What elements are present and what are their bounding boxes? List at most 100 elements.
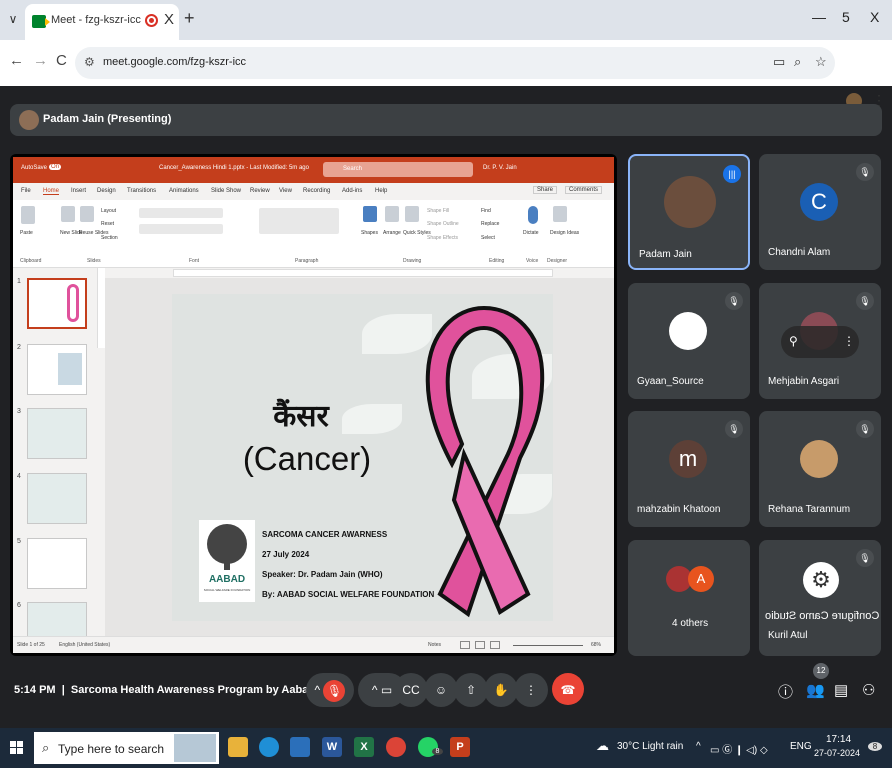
arrange-icon[interactable] [385,206,399,222]
ppt-tab-animations[interactable]: Animations [169,188,199,194]
browser-tab-meet[interactable]: Meet - fzg-kszr-icc X [25,4,179,40]
ppt-tab-design[interactable]: Design [97,188,116,194]
slide-thumbnail-5[interactable] [27,538,87,589]
tab-close-button[interactable]: X [164,11,174,28]
reuse-slides-icon[interactable] [80,206,94,222]
paste-icon[interactable] [21,206,35,224]
powerpoint-icon[interactable]: P [450,737,470,757]
shapes-icon[interactable] [363,206,377,222]
mic-off-icon[interactable]: 🎙 [323,679,346,702]
shape-effects-button[interactable]: Shape Effects [427,235,458,241]
new-slide-icon[interactable] [61,206,75,222]
participant-tile-others[interactable]: A 4 others [628,540,750,656]
participant-tile-rehana-tarannum[interactable]: 🎙 Rehana Tarannum [759,411,881,527]
tray-icons[interactable]: ▭ Ⓖ ❙ ◁) ◇ [710,741,768,756]
camera-icon[interactable]: ▭ [381,683,392,697]
slide-thumbnail-4[interactable] [27,473,87,524]
windows-start-icon[interactable] [10,741,23,754]
font-name-box[interactable] [139,208,223,218]
participant-tile-mehjabin-asgari[interactable]: 🎙 ⚲ ⋮ Mehjabin Asgari [759,283,881,399]
shape-fill-button[interactable]: Shape Fill [427,208,449,214]
dictate-mic-icon[interactable] [528,206,538,224]
ppt-tab-home[interactable]: Home [43,188,60,195]
raise-hand-button[interactable]: ✋ [484,673,518,707]
file-explorer-icon[interactable] [228,737,248,757]
select-button[interactable]: Select [481,235,495,241]
back-button[interactable]: ← [9,52,24,69]
leave-call-button[interactable]: ☎ [552,673,584,705]
weather-text[interactable]: 30°C Light rain [617,741,683,752]
pin-icon[interactable]: ⚲ [789,334,798,348]
tab-search-button[interactable]: ∨ [4,10,22,28]
zoom-icon[interactable]: ⌕ [794,54,801,70]
slide-thumbnail-3[interactable] [27,408,87,459]
font-format-row[interactable] [139,224,223,234]
participant-tile-mahzabin-khatoon[interactable]: m 🎙 mahzabin Khatoon [628,411,750,527]
chrome-icon[interactable] [386,737,406,757]
store-icon[interactable] [290,737,310,757]
normal-view-icon[interactable] [460,641,470,649]
weather-icon[interactable]: ☁ [596,738,609,754]
reset-button[interactable]: Reset [101,221,114,227]
ppt-tab-review[interactable]: Review [250,188,270,194]
notes-button[interactable]: Notes [428,642,441,648]
ppt-tab-help[interactable]: Help [375,188,387,194]
ppt-search-box[interactable]: Search [323,162,473,177]
minimize-button[interactable]: — [812,9,826,25]
thumbnail-scrollbar[interactable] [97,268,105,348]
ppt-tab-addins[interactable]: Add-ins [342,188,362,194]
ppt-tab-slideshow[interactable]: Slide Show [211,188,241,194]
emoji-reaction-button[interactable]: ☺ [424,673,458,707]
language-indicator[interactable]: ENG [790,741,812,752]
restore-button[interactable]: 5 [842,9,850,25]
more-options-icon[interactable]: ⋮ [843,334,855,348]
ppt-share-button[interactable]: Share [533,186,558,194]
ppt-tab-insert[interactable]: Insert [71,188,86,194]
clock-date[interactable]: 27-07-2024 [814,748,860,758]
word-icon[interactable]: W [322,737,342,757]
people-icon[interactable]: 👥 [806,681,825,699]
new-tab-button[interactable]: + [184,8,195,29]
activities-icon[interactable]: ⚇ [862,681,875,699]
slide-thumbnail-1[interactable] [27,278,87,329]
paragraph-controls[interactable] [259,208,339,234]
address-bar[interactable]: ⚙ meet.google.com/fzg-kszr-icc ▭ ⌕ ☆ [75,47,835,79]
excel-icon[interactable]: X [354,737,374,757]
microphone-control[interactable]: ^ 🎙 [306,673,354,707]
reading-view-icon[interactable] [490,641,500,649]
captions-button[interactable]: CC [394,673,428,707]
ppt-tab-transitions[interactable]: Transitions [127,188,156,194]
participant-tile-padam-jain[interactable]: ||| Padam Jain [628,154,750,270]
reload-button[interactable]: C [56,52,67,69]
ppt-comments-button[interactable]: Comments [565,186,603,194]
autosave-toggle[interactable]: On [49,164,62,170]
chat-icon[interactable]: ▤ [834,681,848,699]
section-button[interactable]: Section [101,235,118,241]
slide-sorter-icon[interactable] [475,641,485,649]
forward-button[interactable]: → [33,52,48,69]
current-slide[interactable]: कैंसर (Cancer) AABAD SOCIAL WELFARE FOUN… [172,294,553,621]
cast-icon[interactable]: ▭ [773,54,785,70]
participant-tile-gyaan-source[interactable]: 🎙 Gyaan_Source [628,283,750,399]
shape-outline-button[interactable]: Shape Outline [427,221,459,227]
zoom-level[interactable]: 68% [591,642,601,648]
edge-icon[interactable] [259,737,279,757]
tray-expand-icon[interactable]: ^ [696,741,701,752]
more-options-button[interactable]: ⋮ [514,673,548,707]
close-window-button[interactable]: X [870,9,879,25]
clock-time[interactable]: 17:14 [826,734,851,745]
bookmark-star-icon[interactable]: ☆ [815,54,827,70]
ppt-tab-recording[interactable]: Recording [303,188,330,194]
quick-styles-icon[interactable] [405,206,419,222]
layout-button[interactable]: Layout [101,208,116,214]
participant-tile-kuril-atul[interactable]: ⚙ 🎙 Configure Camo Studio Kuril Atul [759,540,881,656]
find-button[interactable]: Find [481,208,491,214]
ppt-tab-view[interactable]: View [279,188,292,194]
design-ideas-icon[interactable] [553,206,567,222]
taskbar-search-box[interactable]: ⌕ Type here to search [34,732,219,764]
replace-button[interactable]: Replace [481,221,499,227]
chevron-up-icon[interactable]: ^ [315,683,321,697]
ppt-tab-file[interactable]: File [21,188,31,194]
slide-thumbnail-2[interactable] [27,344,87,395]
meeting-info-icon[interactable]: ⓘ [778,681,793,702]
